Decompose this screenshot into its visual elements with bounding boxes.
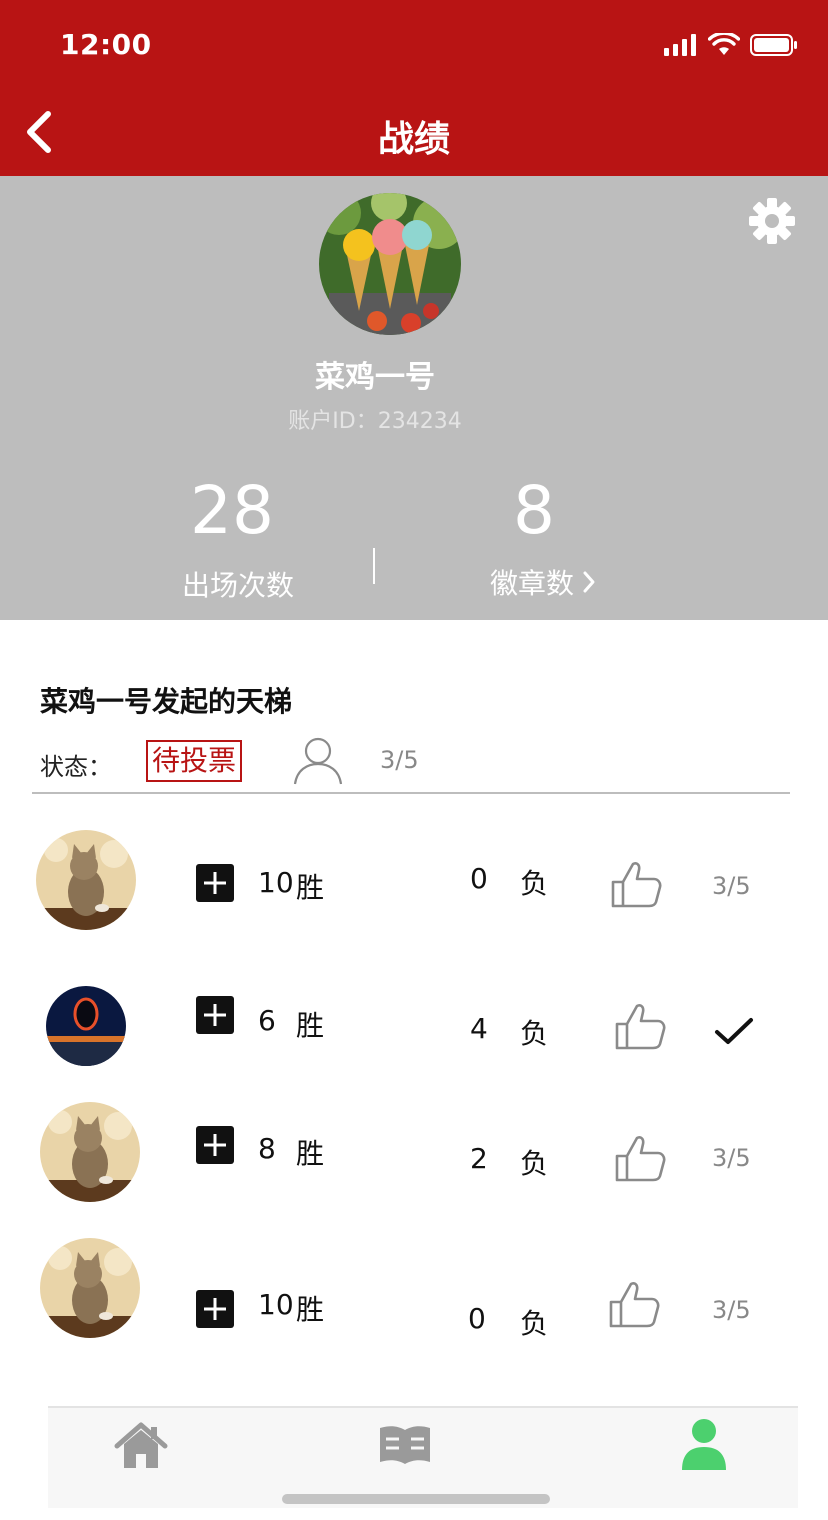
status-icons [664, 30, 798, 60]
cat-avatar-image [40, 1238, 140, 1338]
cat-avatar-image [36, 830, 136, 930]
player-avatar[interactable] [46, 986, 126, 1066]
add-win-button[interactable] [196, 1290, 234, 1328]
losses-count: 0 [470, 862, 488, 895]
thumbs-up-icon [615, 1136, 666, 1182]
cellular-signal-icon [664, 34, 696, 56]
like-button[interactable] [608, 1280, 662, 1330]
user-icon [682, 1419, 726, 1470]
plus-icon [204, 1134, 226, 1156]
page-title: 战绩 [377, 119, 450, 160]
player-avatar[interactable] [40, 1102, 140, 1202]
plus-icon [204, 1298, 226, 1320]
wifi-icon [708, 33, 740, 55]
wins-count: 10 [258, 1288, 294, 1321]
bottom-tab-bar [48, 1406, 798, 1508]
add-win-button[interactable] [196, 864, 234, 902]
vote-count: 3/5 [380, 746, 419, 774]
player-avatar[interactable] [40, 1238, 140, 1338]
wins-label: 胜 [296, 1009, 325, 1042]
tab-home[interactable] [114, 1422, 168, 1470]
ladder-title: 菜鸡一号发起的天梯 [40, 685, 293, 718]
participants-icon [292, 736, 344, 786]
home-icon [114, 1422, 168, 1468]
player-avatar[interactable] [36, 830, 136, 930]
player-row: 10 胜 0 负 3/5 [0, 1236, 828, 1356]
plus-icon [204, 1004, 226, 1026]
losses-count: 2 [470, 1142, 488, 1175]
battery-icon [750, 34, 797, 56]
voted-check-icon [714, 1014, 754, 1048]
section-divider [32, 792, 790, 794]
person-outline-icon [293, 737, 343, 785]
profile-account-id: 账户ID：234234 [288, 409, 462, 434]
badges-count: 8 [513, 472, 555, 549]
wins-label: 胜 [296, 1293, 325, 1326]
add-win-button[interactable] [196, 1126, 234, 1164]
thumbs-up-icon [611, 862, 662, 908]
losses-count: 0 [468, 1302, 486, 1335]
chevron-right-icon [583, 571, 595, 593]
profile-avatar[interactable] [319, 193, 461, 335]
losses-label: 负 [520, 1017, 549, 1050]
badges-label: 徽章数 [490, 567, 575, 600]
add-win-button[interactable] [196, 996, 234, 1034]
home-indicator[interactable] [282, 1494, 550, 1504]
player-row: 10 胜 0 负 3/5 [0, 820, 828, 940]
wins-label: 胜 [296, 1137, 325, 1170]
losses-label: 负 [520, 867, 549, 900]
settings-button[interactable] [748, 197, 796, 245]
thumbs-up-icon [609, 1282, 660, 1328]
player-row: 8 胜 2 负 3/5 [0, 1100, 828, 1220]
stat-divider [373, 548, 375, 584]
player-progress: 3/5 [712, 1144, 751, 1172]
appearances-label: 出场次数 [181, 569, 294, 602]
losses-count: 4 [470, 1012, 488, 1045]
player-progress: 3/5 [712, 872, 751, 900]
wins-count: 10 [258, 866, 294, 899]
status-time: 12:00 [60, 28, 152, 61]
plus-icon [204, 872, 226, 894]
like-button[interactable] [614, 1002, 668, 1052]
tab-profile[interactable] [680, 1418, 728, 1472]
wins-count: 8 [258, 1132, 276, 1165]
gear-icon [749, 198, 795, 244]
open-book-icon [380, 1426, 430, 1464]
like-button[interactable] [614, 1134, 668, 1184]
player-progress: 3/5 [712, 1296, 751, 1324]
player-row: 6 胜 4 负 [0, 970, 828, 1090]
ice-cream-avatar-image [319, 193, 461, 335]
tab-read[interactable] [378, 1424, 432, 1468]
eclipse-avatar-image [46, 986, 126, 1066]
status-label: 状态： [40, 753, 112, 781]
losses-label: 负 [520, 1307, 549, 1340]
status-badge: 待投票 [146, 740, 243, 782]
wins-count: 6 [258, 1004, 276, 1037]
cat-avatar-image [40, 1102, 140, 1202]
profile-username: 菜鸡一号 [315, 360, 435, 395]
appearances-count: 28 [190, 472, 274, 549]
thumbs-up-icon [615, 1004, 666, 1050]
losses-label: 负 [520, 1147, 549, 1180]
badges-link[interactable]: 徽章数 [490, 562, 610, 602]
like-button[interactable] [610, 860, 664, 910]
wins-label: 胜 [296, 871, 325, 904]
